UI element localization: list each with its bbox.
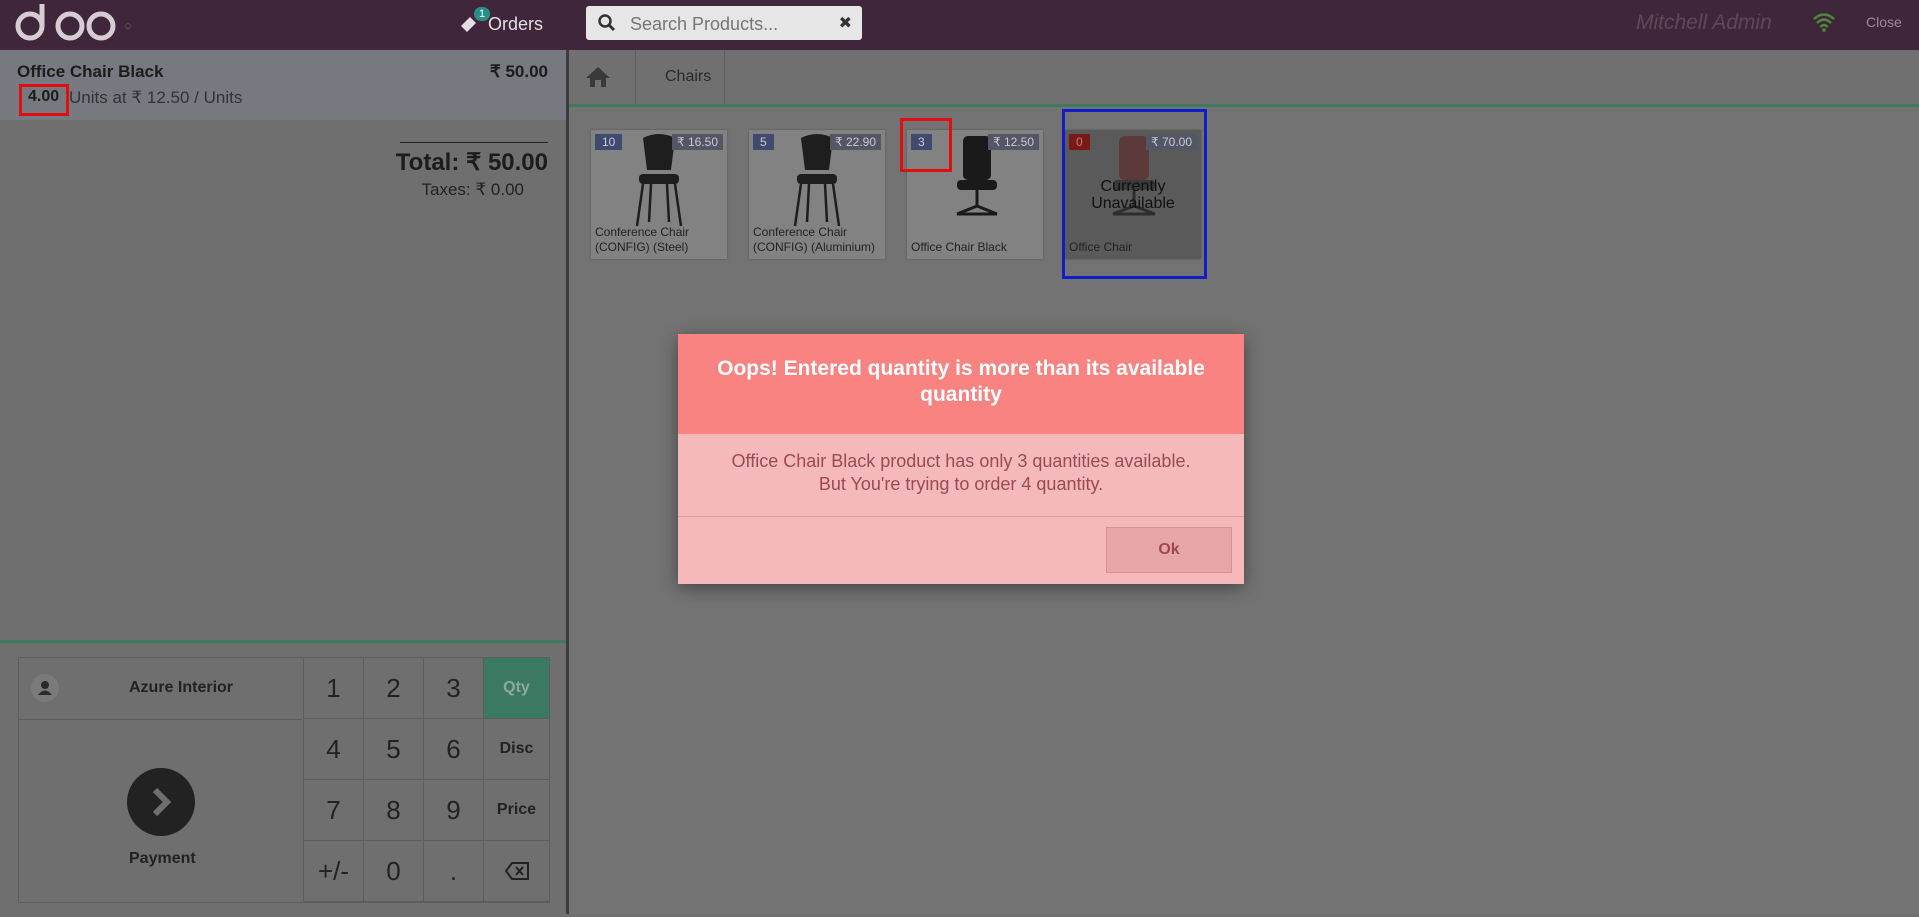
search-icon <box>598 14 616 32</box>
order-pane: Office Chair Black ₹ 50.00 4.00 Units at… <box>0 50 566 914</box>
control-pad: Azure Interior Payment 1 2 3 Qty 4 5 6 D… <box>0 640 566 917</box>
price-tag: ₹ 12.50 <box>988 134 1039 150</box>
odoo-logo <box>10 2 140 46</box>
breadcrumb-separator <box>724 50 725 104</box>
user-name: Mitchell Admin <box>1636 11 1772 35</box>
numpad-key-9[interactable]: 9 <box>423 780 483 841</box>
product-highlight-box <box>1062 109 1207 279</box>
search-input[interactable] <box>628 10 822 38</box>
dialog-title: Oops! Entered quantity is more than its … <box>708 356 1214 408</box>
mode-disc-button[interactable]: Disc <box>483 719 549 780</box>
quantity-error-dialog: Oops! Entered quantity is more than its … <box>678 334 1244 584</box>
order-total: Total: ₹ 50.00 <box>396 148 548 177</box>
product-name-line: Office Chair Black <box>911 240 1007 255</box>
price-tag: ₹ 22.90 <box>830 134 881 150</box>
payment-button[interactable]: Payment <box>19 720 302 902</box>
mode-price-button[interactable]: Price <box>483 780 549 841</box>
backspace-button[interactable] <box>483 841 549 902</box>
product-name: Conference Chair (CONFIG) (Aluminium) <box>753 225 875 255</box>
ok-button[interactable]: Ok <box>1106 527 1232 573</box>
numpad-key-2[interactable]: 2 <box>363 658 423 719</box>
product-card[interactable]: 5 ₹ 22.90 Conference Chair (CONFIG) (Alu… <box>749 130 885 259</box>
breadcrumb-separator <box>635 50 636 104</box>
clear-search-icon[interactable]: ✖ <box>839 13 852 33</box>
numpad-key-8[interactable]: 8 <box>363 780 423 841</box>
dialog-message-line: Office Chair Black product has only 3 qu… <box>698 450 1224 473</box>
dialog-header: Oops! Entered quantity is more than its … <box>678 334 1244 434</box>
numpad-key-5[interactable]: 5 <box>363 719 423 780</box>
dialog-divider <box>678 516 1244 517</box>
mode-qty-button[interactable]: Qty <box>483 658 549 719</box>
order-line-name: Office Chair Black <box>17 62 163 82</box>
stock-badge: 5 <box>753 134 774 150</box>
orders-count-badge: 1 <box>474 7 490 21</box>
numpad-key-7[interactable]: 7 <box>303 780 363 841</box>
close-button[interactable]: Close <box>1866 14 1902 30</box>
customer-button[interactable]: Azure Interior <box>19 658 302 720</box>
numpad-key-dot[interactable]: . <box>423 841 483 902</box>
dialog-message: Office Chair Black product has only 3 qu… <box>698 450 1224 496</box>
product-name-line: Conference Chair <box>595 225 689 240</box>
customer-name: Azure Interior <box>129 679 233 697</box>
product-name: Office Chair Black <box>911 240 1007 255</box>
dialog-message-line: But You're trying to order 4 quantity. <box>698 473 1224 496</box>
product-card[interactable]: 10 ₹ 16.50 Conference Chair (CONFIG) (St… <box>591 130 727 259</box>
numpad-key-4[interactable]: 4 <box>303 719 363 780</box>
breadcrumb-category[interactable]: Chairs <box>665 68 711 86</box>
numpad-container: Azure Interior Payment 1 2 3 Qty 4 5 6 D… <box>18 657 550 903</box>
home-icon[interactable] <box>585 66 611 88</box>
backspace-icon <box>505 862 529 880</box>
numpad-key-3[interactable]: 3 <box>423 658 483 719</box>
total-divider <box>400 142 548 143</box>
chevron-right-icon <box>127 768 195 836</box>
wifi-icon <box>1812 12 1836 32</box>
product-name-line: Conference Chair <box>753 225 875 240</box>
price-tag: ₹ 16.50 <box>672 134 723 150</box>
breadcrumb: Chairs <box>569 50 1919 107</box>
search-box: ✖ <box>586 6 862 40</box>
numpad-key-1[interactable]: 1 <box>303 658 363 719</box>
numpad-key-6[interactable]: 6 <box>423 719 483 780</box>
payment-label: Payment <box>129 850 196 868</box>
user-icon <box>31 674 59 702</box>
qty-highlight-box <box>19 84 69 116</box>
order-taxes: Taxes: ₹ 0.00 <box>422 180 524 200</box>
stock-highlight-box <box>900 118 952 172</box>
numpad-key-0[interactable]: 0 <box>363 841 423 902</box>
stock-badge: 10 <box>595 134 622 150</box>
top-bar: 1 Orders ✖ Mitchell Admin Close <box>0 0 1919 50</box>
order-line-price: ₹ 50.00 <box>490 62 548 82</box>
product-name: Conference Chair (CONFIG) (Steel) <box>595 225 689 255</box>
order-line[interactable]: Office Chair Black ₹ 50.00 4.00 Units at… <box>0 50 566 120</box>
orders-label: Orders <box>488 14 543 35</box>
order-line-unit-price: Units at ₹ 12.50 / Units <box>69 88 242 108</box>
product-name-line: (CONFIG) (Aluminium) <box>753 240 875 255</box>
orders-button[interactable]: 1 Orders <box>458 10 543 38</box>
product-name-line: (CONFIG) (Steel) <box>595 240 689 255</box>
numpad-key-plusminus[interactable]: +/- <box>303 841 363 902</box>
